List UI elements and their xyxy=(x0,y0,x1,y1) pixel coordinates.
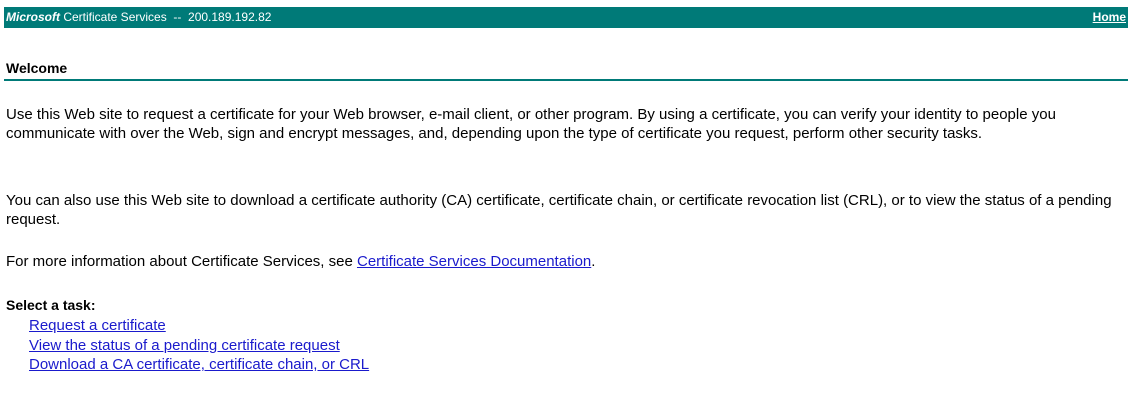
more-info-period: . xyxy=(591,253,596,270)
task-heading: Select a task: xyxy=(6,297,96,313)
download-ca-certificate-link[interactable]: Download a CA certificate, certificate c… xyxy=(29,355,369,375)
more-info-paragraph: For more information about Certificate S… xyxy=(6,252,1116,271)
intro-paragraph: Use this Web site to request a certifica… xyxy=(6,106,1056,142)
view-pending-request-link[interactable]: View the status of a pending certificate… xyxy=(29,336,369,356)
documentation-link[interactable]: Certificate Services Documentation xyxy=(357,253,591,270)
request-certificate-link[interactable]: Request a certificate xyxy=(29,316,369,336)
download-paragraph: You can also use this Web site to downlo… xyxy=(6,192,1112,228)
header-title: Certificate Services -- 200.189.192.82 xyxy=(60,10,272,24)
more-info-text: For more information about Certificate S… xyxy=(6,253,357,270)
welcome-heading: Welcome xyxy=(6,60,68,76)
heading-divider xyxy=(4,79,1128,81)
brand-name: Microsoft xyxy=(6,10,60,24)
task-list: Request a certificate View the status of… xyxy=(29,316,369,375)
home-link[interactable]: Home xyxy=(1093,7,1126,28)
header-bar: Microsoft Certificate Services -- 200.18… xyxy=(4,7,1128,28)
